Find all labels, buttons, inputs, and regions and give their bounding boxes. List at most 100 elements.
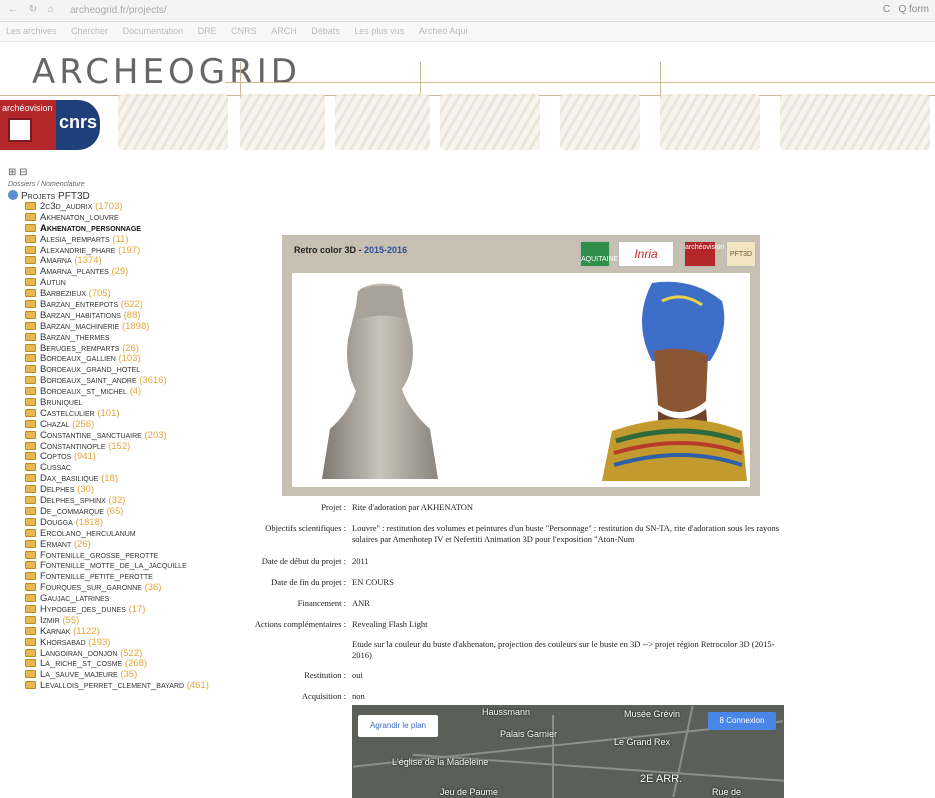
tree-item-count: (55)	[62, 614, 80, 626]
search-field[interactable]: Q form	[898, 4, 929, 15]
folder-icon	[25, 387, 36, 396]
folder-icon	[25, 506, 36, 515]
tree-item-count: (203)	[144, 429, 167, 441]
folder-icon	[25, 223, 36, 232]
detail-value: Revealing Flash Light	[352, 619, 428, 629]
folder-icon	[25, 670, 36, 679]
detail-value: ANR	[352, 598, 370, 608]
detail-label: Projet :	[321, 502, 346, 512]
tree-item-label: Levallois_perret_clement_bayard	[40, 680, 185, 692]
tree-item-label: Chazal	[40, 418, 70, 430]
detail-label: Objectifs scientifiques :	[265, 523, 346, 533]
folder-icon	[25, 419, 36, 428]
folder-icon	[25, 659, 36, 668]
bookmark[interactable]: Chercher	[71, 26, 108, 36]
map-road	[552, 715, 554, 798]
connect-button[interactable]: 8 Connexion	[708, 712, 776, 730]
tree-item-label: Hypogee_des_dunes	[40, 603, 126, 615]
detail-label: Acquisition :	[301, 691, 346, 701]
location-map[interactable]: Haussmann Palais Garnier Musée Grévin Le…	[352, 705, 784, 798]
tree-item-label: Delphes_sphinx	[40, 495, 106, 507]
tree-item-count: (11)	[112, 233, 129, 245]
tree-item-label: Ercolano_herculanum	[40, 527, 136, 539]
bookmark[interactable]: ARCH	[271, 26, 297, 36]
tree-item-count: (36)	[144, 582, 162, 594]
browser-right-controls[interactable]: C Q form	[883, 4, 929, 15]
enlarge-map-button[interactable]: Agrandir le plan	[358, 715, 438, 737]
tree-item-count: (101)	[97, 407, 120, 419]
project-image[interactable]	[292, 273, 750, 487]
folder-icon	[25, 463, 36, 472]
tree-item-count: (1703)	[95, 201, 123, 212]
tree-item-label: Karnak	[40, 625, 71, 637]
detail-label: Financement :	[297, 598, 346, 608]
archeovision-logo[interactable]: archéovision	[0, 100, 56, 150]
browser-nav-icons[interactable]: ← ↻ ⌂	[8, 4, 58, 15]
bookmark[interactable]: Documentation	[123, 26, 184, 36]
bookmark[interactable]: DRE	[198, 26, 217, 36]
folder-icon	[25, 343, 36, 352]
folder-icon	[25, 430, 36, 439]
cnrs-logo[interactable]: cnrs	[56, 100, 100, 150]
detail-value: 2011	[352, 556, 369, 566]
bookmark[interactable]: Débats	[311, 26, 340, 36]
folder-icon	[25, 321, 36, 330]
tree-item-count: (1898)	[121, 320, 150, 332]
tree-item-count: (197)	[118, 244, 141, 256]
detail-value: EN COURS	[352, 577, 394, 587]
bookmark[interactable]: Archeo Aqui	[419, 26, 468, 36]
color-bust-image	[602, 281, 747, 481]
panel-title-text: Retro color 3D -	[294, 245, 362, 255]
banner-sketch	[780, 94, 930, 150]
folder-icon	[25, 245, 36, 254]
tree-item-label: Bordeaux_grand_hotel	[40, 364, 141, 376]
inria-logo[interactable]: Inria	[618, 241, 674, 267]
folder-icon	[25, 561, 36, 570]
tree-item-count: (461)	[186, 680, 209, 692]
tree-item-count: (622)	[120, 299, 143, 311]
banner-line	[660, 62, 661, 98]
tree-item-label: Amarna_plantes	[40, 266, 109, 278]
tree-item-count: (88)	[123, 309, 141, 321]
folder-icon	[25, 441, 36, 450]
tree-item-label: Bruniquel	[40, 397, 83, 409]
panel-years: 2015-2016	[364, 245, 408, 255]
archeovision-small-logo[interactable]: archéovision	[684, 241, 724, 267]
tree-item-count: (941)	[73, 451, 97, 463]
banner-line	[420, 62, 421, 98]
map-label: 2E ARR.	[640, 773, 683, 785]
folder-icon	[25, 637, 36, 646]
browser-toolbar: ← ↻ ⌂ archeogrid.fr/projects/ C Q form	[0, 0, 935, 22]
map-label: L'église de la Madeleine	[392, 757, 489, 767]
tree-item-count: (35)	[120, 669, 138, 681]
site-banner: ARCHEOGRID archéovision cnrs	[0, 42, 935, 160]
archeogrid-logo[interactable]: ARCHEOGRID	[32, 52, 301, 92]
bookmark[interactable]: Les archives	[6, 26, 57, 36]
tree-item-label: Dax_basilique	[40, 473, 99, 485]
project-tree: ⊞ ⊟ Dossiers / Nomenclature Projets PFT3…	[8, 167, 268, 692]
tree-item-count: (1122)	[73, 625, 100, 637]
tree-item-count: (29)	[111, 266, 129, 278]
address-bar[interactable]: archeogrid.fr/projects/	[70, 5, 167, 16]
bookmark[interactable]: Les plus vus	[354, 26, 404, 36]
pft3d-logo[interactable]: PFT3D	[726, 241, 756, 267]
tree-item-label: Cussac	[40, 462, 71, 474]
tree-item-label: Fourques_sur_garonne	[40, 582, 142, 594]
tree-item-label: Dougga	[40, 516, 73, 528]
folder-icon	[25, 376, 36, 385]
tree-item-count: (26)	[73, 538, 91, 550]
folder-icon	[25, 408, 36, 417]
tree-item-count: (152)	[108, 440, 131, 452]
tree-item-count: (193)	[88, 636, 111, 648]
aquitaine-logo[interactable]: AQUITAINE	[580, 241, 618, 267]
tree-item-count: (3616)	[139, 375, 167, 387]
bookmark[interactable]: CNRS	[231, 26, 257, 36]
folder-icon	[25, 202, 36, 210]
reload-icon[interactable]: C	[883, 4, 890, 15]
expand-collapse-icons[interactable]: ⊞ ⊟	[8, 167, 268, 178]
detail-label: Date de début du projet :	[261, 556, 346, 566]
tree-item-label: Fontenille_motte_de_la_jacquille	[40, 560, 187, 572]
tree-item-label: Ermant	[40, 538, 72, 550]
tree-item-label: Barzan_machinerie	[40, 320, 120, 332]
folder-icon	[25, 267, 36, 276]
